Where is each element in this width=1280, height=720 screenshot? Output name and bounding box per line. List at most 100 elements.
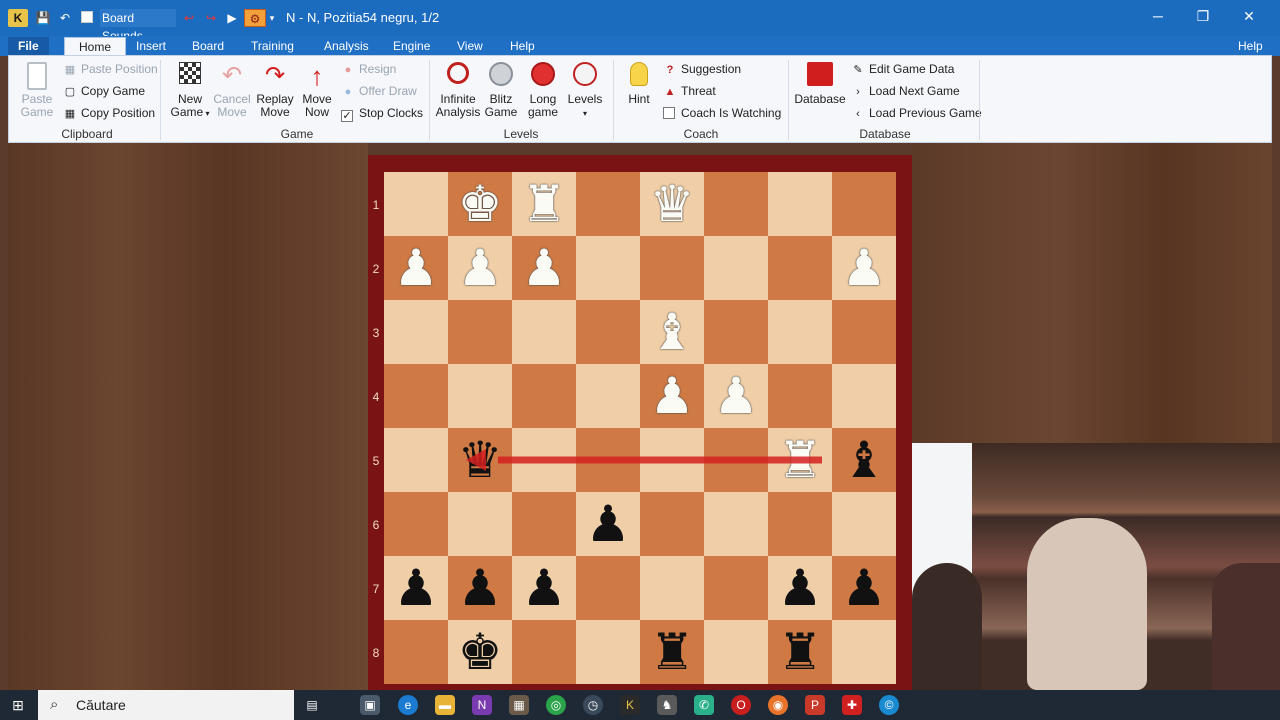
pdf-icon[interactable]: P (805, 695, 825, 715)
edge-icon[interactable]: e (398, 695, 418, 715)
white-pawn-piece[interactable]: ♟ (704, 364, 768, 428)
square-h6[interactable] (832, 492, 896, 556)
suggestion-button[interactable]: ? Suggestion (663, 61, 741, 77)
square-d2[interactable] (576, 236, 640, 300)
move-back-icon[interactable]: ↩ (180, 9, 198, 27)
square-b4[interactable] (448, 364, 512, 428)
folder-icon[interactable]: ▬ (435, 695, 455, 715)
onenote-icon[interactable]: N (472, 695, 492, 715)
square-g2[interactable] (768, 236, 832, 300)
maximize-button[interactable]: ❐ (1191, 6, 1215, 26)
square-h4[interactable] (832, 364, 896, 428)
fritz-icon[interactable]: K (620, 695, 640, 715)
square-a8[interactable] (384, 620, 448, 684)
tab-engine[interactable]: Engine (389, 37, 434, 56)
black-pawn-piece[interactable]: ♟ (832, 556, 896, 620)
close-button[interactable]: ✕ (1237, 6, 1261, 26)
square-b6[interactable] (448, 492, 512, 556)
square-c8[interactable] (512, 620, 576, 684)
opera-icon[interactable]: O (731, 695, 751, 715)
square-a6[interactable] (384, 492, 448, 556)
minimize-button[interactable]: ─ (1146, 6, 1170, 26)
edit-game-data-button[interactable]: ✎ Edit Game Data (851, 61, 954, 77)
square-h1[interactable] (832, 172, 896, 236)
engine-icon[interactable]: ⚙ (244, 9, 266, 27)
copy-game-button[interactable]: ▢ Copy Game (63, 83, 145, 99)
square-g4[interactable] (768, 364, 832, 428)
square-a3[interactable] (384, 300, 448, 364)
offer-draw-button[interactable]: ● Offer Draw (341, 83, 417, 99)
tab-file[interactable]: File (8, 37, 49, 56)
windows-start-icon[interactable]: ⊞ (10, 697, 26, 713)
white-pawn-piece[interactable]: ♟ (512, 236, 576, 300)
square-h3[interactable] (832, 300, 896, 364)
load-next-game-button[interactable]: › Load Next Game (851, 83, 960, 99)
white-bishop-piece[interactable]: ♝ (640, 300, 704, 364)
black-pawn-piece[interactable]: ♟ (384, 556, 448, 620)
resign-button[interactable]: ● Resign (341, 61, 397, 77)
square-g3[interactable] (768, 300, 832, 364)
firefox-icon[interactable]: ◉ (768, 695, 788, 715)
square-f6[interactable] (704, 492, 768, 556)
copy-position-button[interactable]: ▦ Copy Position (63, 105, 155, 121)
move-now-button[interactable]: ↑ Move Now (297, 62, 337, 119)
skype-icon[interactable]: © (879, 695, 899, 715)
undo-icon[interactable]: ↶ (56, 9, 74, 27)
black-pawn-piece[interactable]: ♟ (576, 492, 640, 556)
white-pawn-piece[interactable]: ♟ (448, 236, 512, 300)
board-sounds-checkbox[interactable] (80, 9, 94, 27)
square-c3[interactable] (512, 300, 576, 364)
black-pawn-piece[interactable]: ♟ (768, 556, 832, 620)
square-d3[interactable] (576, 300, 640, 364)
black-pawn-piece[interactable]: ♟ (512, 556, 576, 620)
clock-app-icon[interactable]: ◷ (583, 695, 603, 715)
square-g1[interactable] (768, 172, 832, 236)
square-d7[interactable] (576, 556, 640, 620)
black-rook-piece[interactable]: ♜ (768, 620, 832, 684)
square-d1[interactable] (576, 172, 640, 236)
tab-help[interactable]: Help (506, 37, 539, 56)
tab-view[interactable]: View (453, 37, 487, 56)
move-forward-icon[interactable]: ↪ (202, 9, 220, 27)
chrome-icon[interactable]: ◎ (546, 695, 566, 715)
photos-icon[interactable]: ▦ (509, 695, 529, 715)
black-king-piece[interactable]: ♚ (448, 620, 512, 684)
square-g6[interactable] (768, 492, 832, 556)
whatsapp-icon[interactable]: ✆ (694, 695, 714, 715)
hint-button[interactable]: Hint (619, 62, 659, 106)
square-a1[interactable] (384, 172, 448, 236)
store-icon[interactable]: ▣ (360, 695, 380, 715)
threat-button[interactable]: ▲ Threat (663, 83, 716, 99)
square-f8[interactable] (704, 620, 768, 684)
tab-training[interactable]: Training (247, 37, 298, 56)
tab-insert[interactable]: Insert (132, 37, 170, 56)
white-pawn-piece[interactable]: ♟ (640, 364, 704, 428)
square-a4[interactable] (384, 364, 448, 428)
square-f1[interactable] (704, 172, 768, 236)
square-d4[interactable] (576, 364, 640, 428)
play-icon[interactable]: ▶ (224, 9, 240, 27)
white-pawn-piece[interactable]: ♟ (832, 236, 896, 300)
square-f7[interactable] (704, 556, 768, 620)
square-f2[interactable] (704, 236, 768, 300)
square-h8[interactable] (832, 620, 896, 684)
square-e5[interactable] (640, 428, 704, 492)
customize-dropdown-icon[interactable]: ▾ (267, 9, 277, 27)
levels-button[interactable]: Levels ▾ (565, 62, 605, 120)
square-f5[interactable] (704, 428, 768, 492)
square-e2[interactable] (640, 236, 704, 300)
square-c4[interactable] (512, 364, 576, 428)
square-d8[interactable] (576, 620, 640, 684)
chess-app-icon[interactable]: ♞ (657, 695, 677, 715)
antivirus-icon[interactable]: ✚ (842, 695, 862, 715)
paste-game-button[interactable]: Paste Game (17, 62, 57, 119)
new-game-button[interactable]: New Game ▾ (169, 62, 211, 120)
save-icon[interactable]: 💾 (34, 9, 52, 27)
black-pawn-piece[interactable]: ♟ (448, 556, 512, 620)
square-b3[interactable] (448, 300, 512, 364)
white-rook-piece[interactable]: ♜ (768, 428, 832, 492)
replay-move-button[interactable]: ↷ Replay Move (253, 62, 297, 119)
chessboard[interactable]: ♚ ♜ ♛ ♟ ♟ ♟ ♟ ♝ ♟ ♟ ♛ ♜ ♝ ♟ ♟ ♟ ♟ ♟ ♟ ♚ ♜ ♜ (384, 172, 896, 692)
tab-board[interactable]: Board (188, 37, 228, 56)
load-previous-game-button[interactable]: ‹ Load Previous Game (851, 105, 982, 121)
